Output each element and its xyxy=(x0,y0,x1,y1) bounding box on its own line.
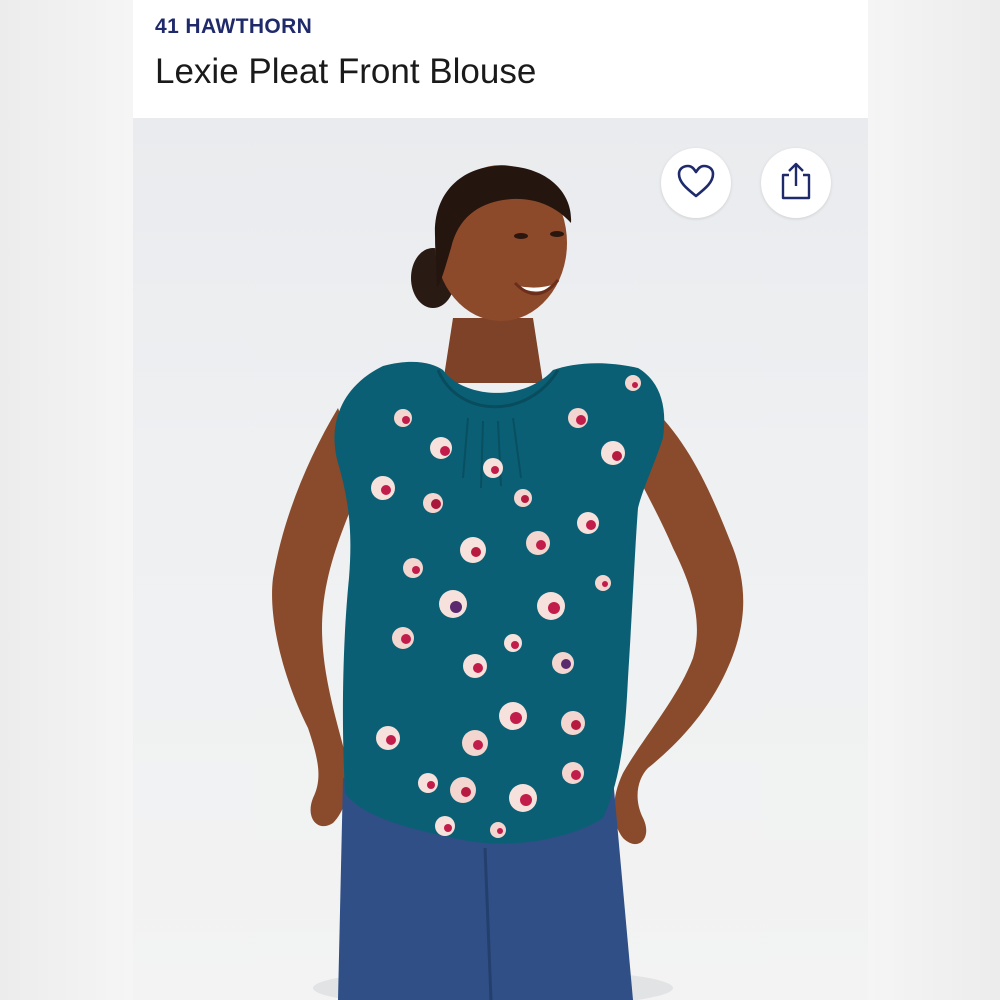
product-image[interactable] xyxy=(133,118,868,1000)
product-card: 41 HAWTHORN Lexie Pleat Front Blouse xyxy=(133,0,868,1000)
model-photo xyxy=(272,165,744,1000)
eye-right xyxy=(550,231,564,237)
share-button[interactable] xyxy=(761,148,831,218)
favorite-button[interactable] xyxy=(661,148,731,218)
share-upload-icon xyxy=(779,161,813,206)
eye-left xyxy=(514,233,528,239)
product-title: Lexie Pleat Front Blouse xyxy=(155,52,537,91)
product-header: 41 HAWTHORN Lexie Pleat Front Blouse xyxy=(133,0,868,118)
heart-outline-icon xyxy=(676,163,716,204)
page: 41 HAWTHORN Lexie Pleat Front Blouse xyxy=(0,0,1000,1000)
neck xyxy=(443,318,543,383)
brand-name[interactable]: 41 HAWTHORN xyxy=(155,15,312,39)
